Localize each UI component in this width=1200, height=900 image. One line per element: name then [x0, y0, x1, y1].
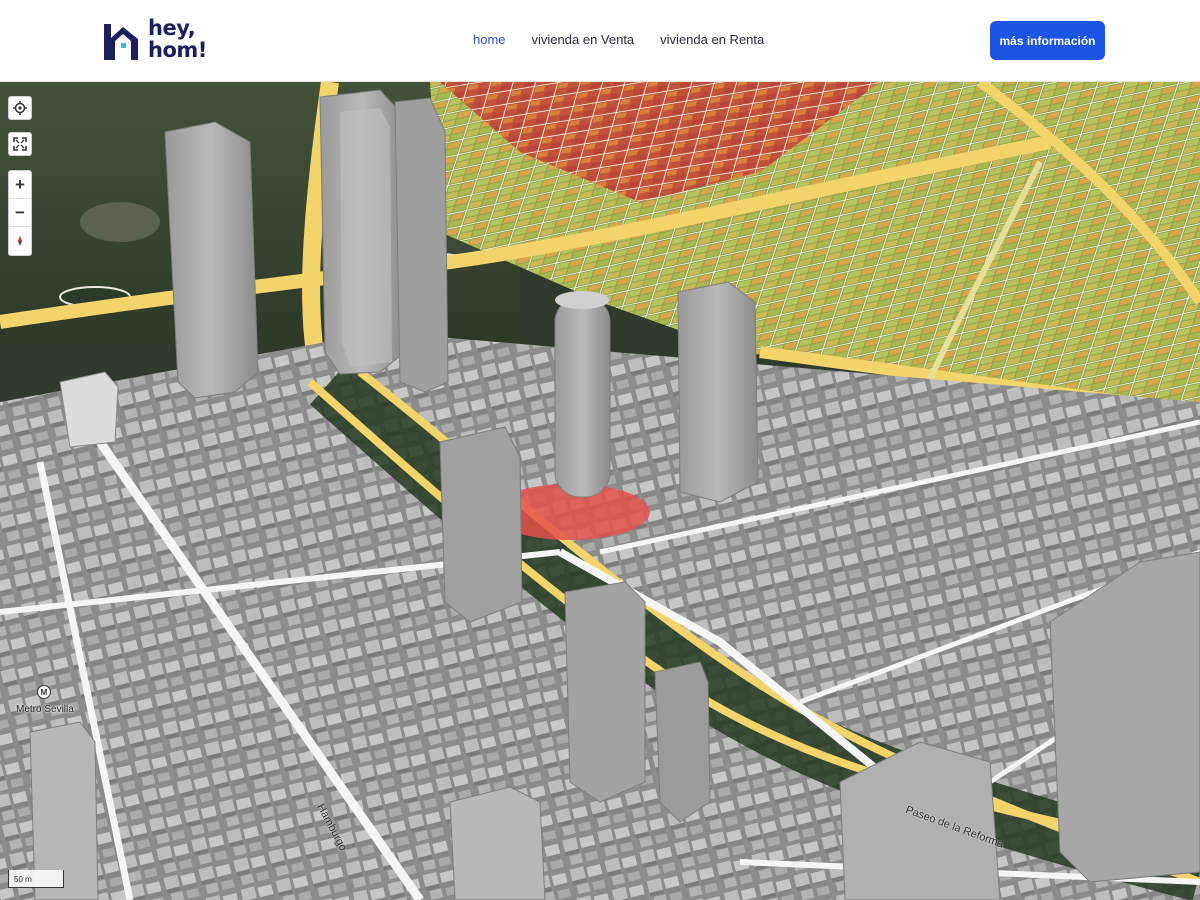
metro-icon[interactable]: M: [37, 685, 51, 699]
zoom-in-button[interactable]: +: [9, 171, 31, 199]
page: hey, hom! home vivienda en Venta viviend…: [0, 0, 1200, 900]
fullscreen-icon: [13, 137, 27, 151]
zoom-out-button[interactable]: −: [9, 199, 31, 227]
compass-icon: [18, 236, 22, 246]
nav-vivienda-renta[interactable]: vivienda en Renta: [660, 32, 764, 47]
house-logo-icon: [104, 24, 138, 60]
zoom-controls: + −: [8, 170, 32, 256]
fullscreen-button[interactable]: [8, 132, 32, 156]
logo[interactable]: hey, hom!: [100, 16, 207, 62]
mas-informacion-button[interactable]: más información: [990, 21, 1105, 60]
logo-wordmark: hey, hom!: [148, 16, 207, 62]
main-nav: home vivienda en Venta vivienda en Renta: [473, 32, 764, 47]
crosshair-icon: [13, 101, 27, 115]
nav-home[interactable]: home: [473, 32, 506, 47]
site-header: hey, hom! home vivienda en Venta viviend…: [0, 0, 1200, 82]
metro-sevilla-label: Metro Sevilla: [16, 704, 74, 715]
map-view[interactable]: + − M Metro Sevilla Hamburgo Paseo de la…: [0, 82, 1200, 900]
nav-vivienda-venta[interactable]: vivienda en Venta: [532, 32, 635, 47]
compass-button[interactable]: [9, 227, 31, 255]
map-scale: 50 m: [8, 870, 64, 888]
map-canvas: [0, 82, 1200, 900]
locate-button[interactable]: [8, 96, 32, 120]
